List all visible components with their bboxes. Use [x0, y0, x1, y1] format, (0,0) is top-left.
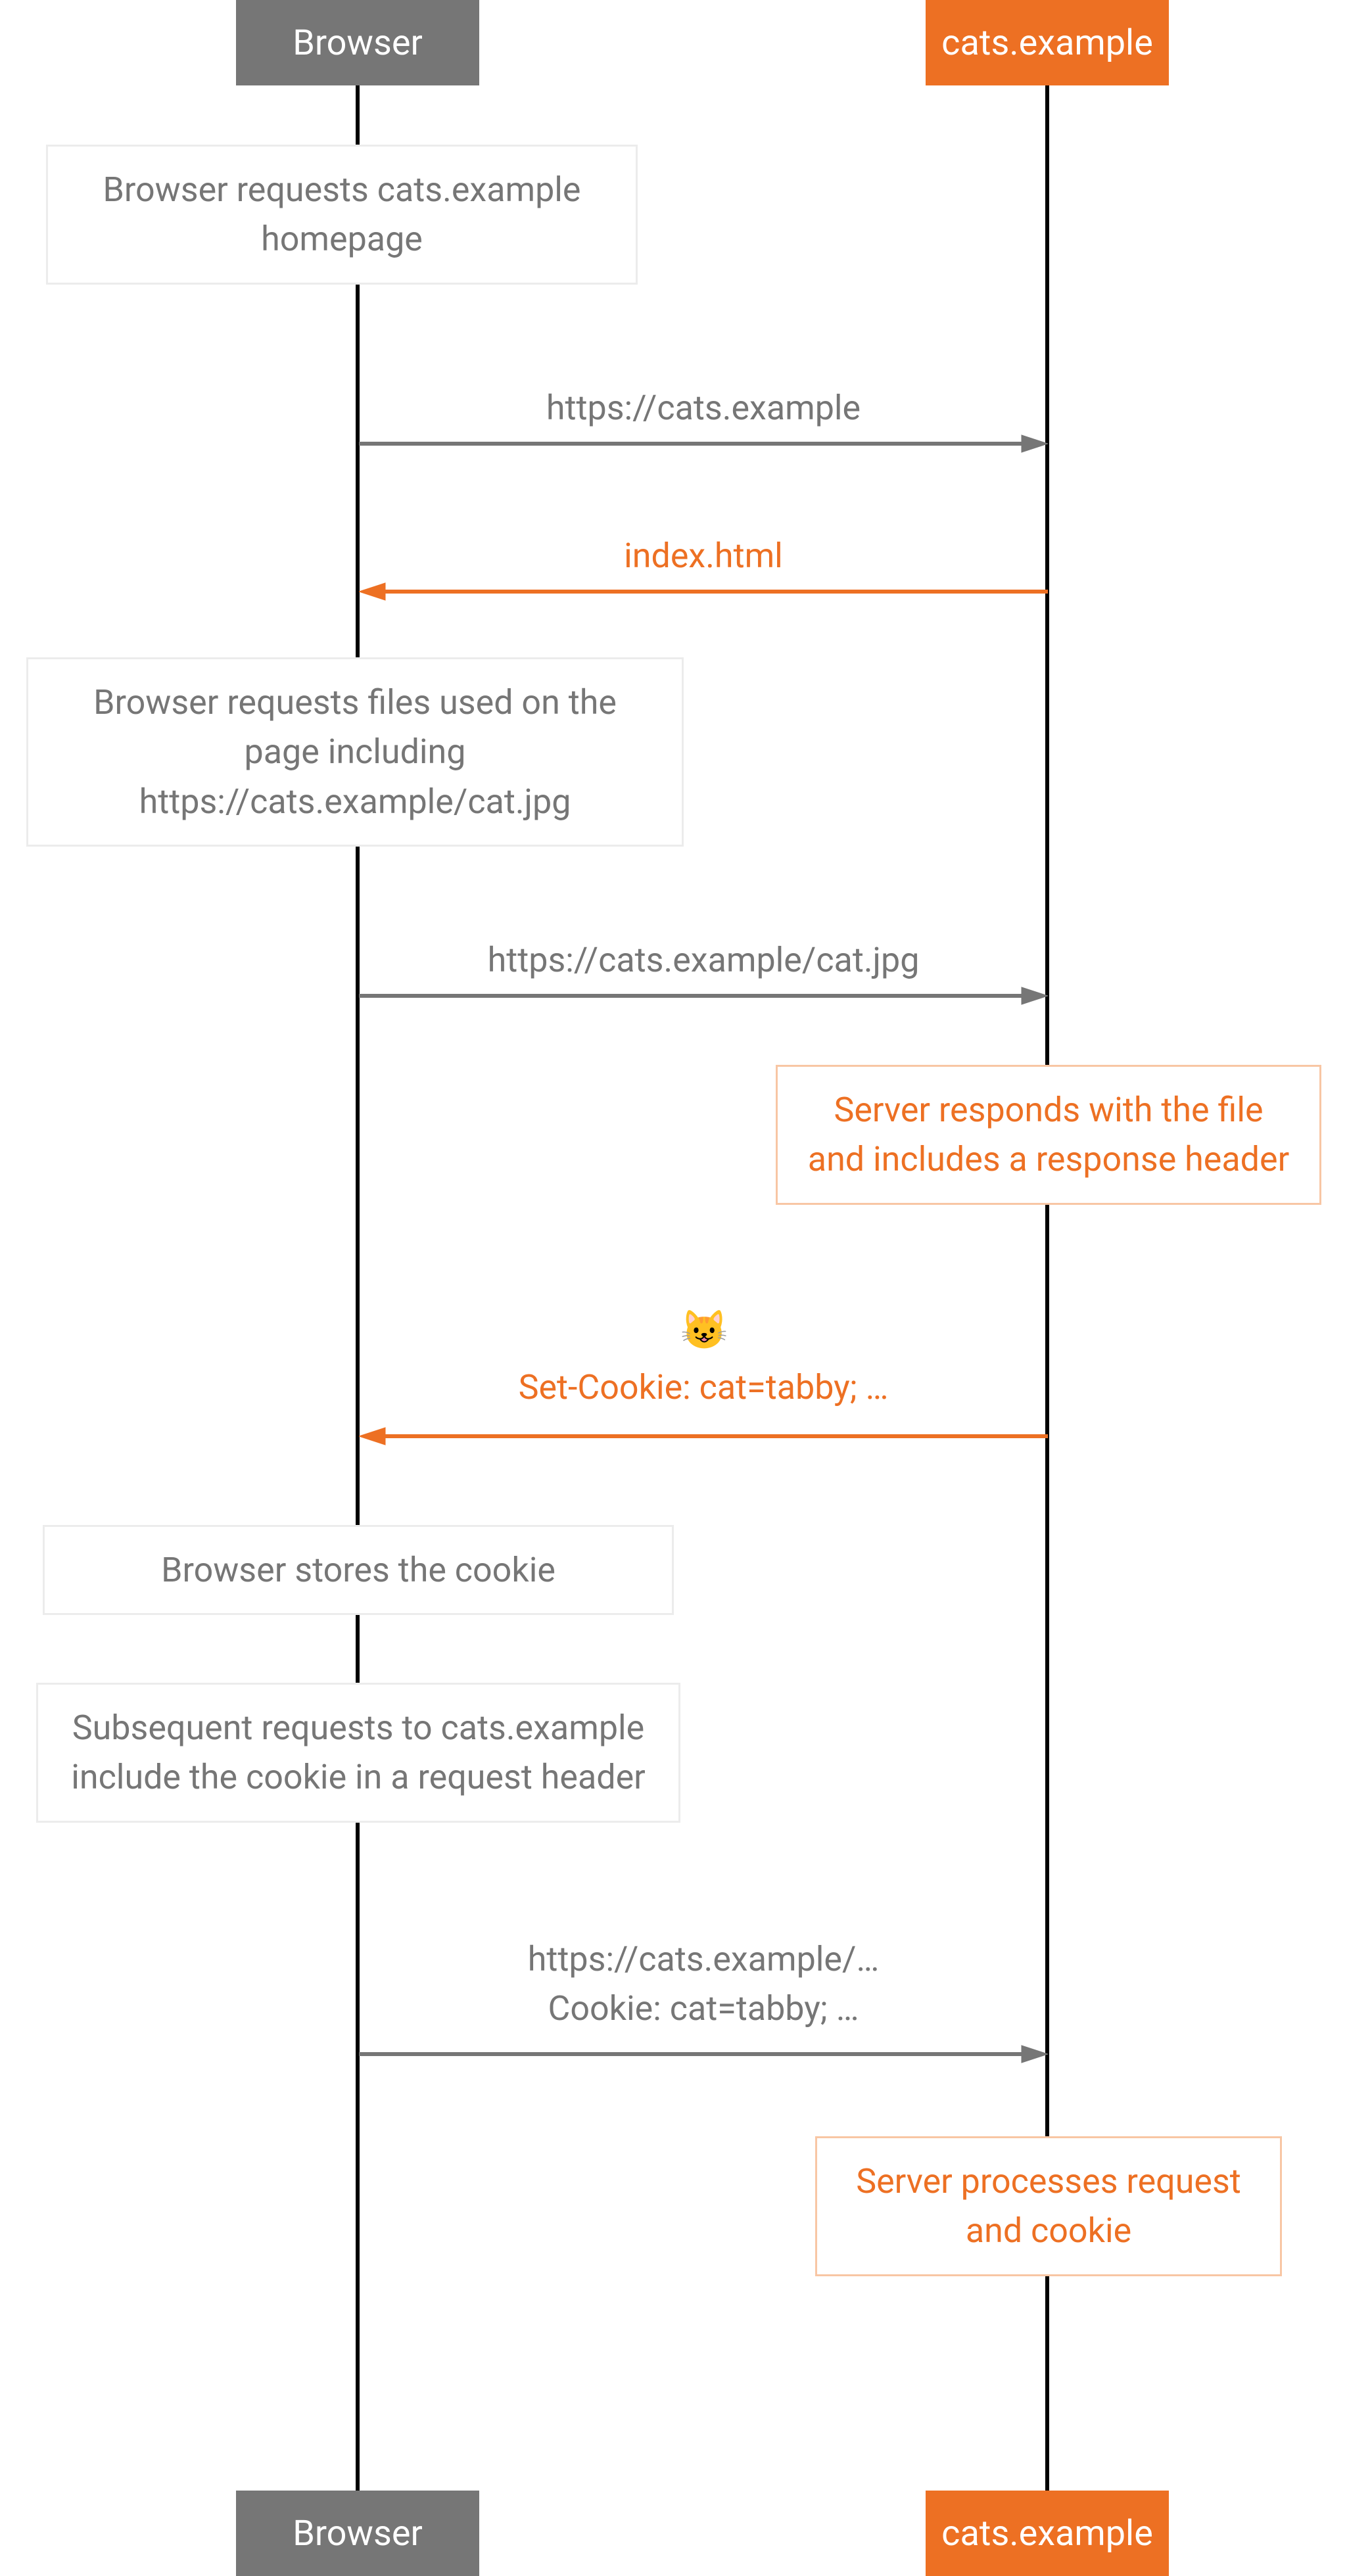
- participant-browser-top: Browser: [236, 0, 479, 85]
- cat-emoji-icon: 😺: [680, 1308, 726, 1353]
- arrow-label-set-cookie: Set-Cookie: cat=tabby; …: [359, 1367, 1048, 1407]
- note-browser-requests-homepage: Browser requests cats.example homepage: [46, 145, 638, 285]
- arrow-label-request-catjpg: https://cats.example/cat.jpg: [359, 940, 1048, 980]
- participant-browser-label: Browser: [293, 22, 423, 64]
- arrow-request-with-cookie: [359, 2044, 1048, 2064]
- participant-server-top: cats.example: [926, 0, 1169, 85]
- note-server-processes: Server processes request and cookie: [815, 2136, 1282, 2276]
- arrow-response-index: [359, 582, 1048, 601]
- participant-server-bottom: cats.example: [926, 2491, 1169, 2576]
- arrow-label-request-homepage: https://cats.example: [359, 388, 1048, 428]
- arrow-label-request-with-cookie-line1: https://cats.example/…: [359, 1939, 1048, 1979]
- note-subsequent-requests: Subsequent requests to cats.example incl…: [36, 1683, 680, 1823]
- note-text: Browser requests files used on the page …: [93, 682, 617, 822]
- note-text: Browser requests cats.example homepage: [103, 170, 580, 259]
- arrow-label-response-index: index.html: [359, 536, 1048, 576]
- arrow-set-cookie: [359, 1426, 1048, 1446]
- arrow-label-request-with-cookie-line2: Cookie: cat=tabby; …: [359, 1988, 1048, 2028]
- participant-server-label: cats.example: [941, 22, 1153, 64]
- participant-browser-bottom: Browser: [236, 2491, 479, 2576]
- arrow-request-catjpg: [359, 986, 1048, 1006]
- note-text: Server responds with the file and includ…: [808, 1090, 1289, 1179]
- note-browser-stores-cookie: Browser stores the cookie: [43, 1525, 674, 1615]
- note-browser-requests-files: Browser requests files used on the page …: [26, 657, 684, 847]
- note-text: Browser stores the cookie: [161, 1550, 555, 1590]
- participant-browser-label-bottom: Browser: [293, 2513, 423, 2554]
- note-text: Server processes request and cookie: [856, 2161, 1241, 2251]
- note-server-responds-header: Server responds with the file and includ…: [776, 1065, 1321, 1205]
- arrow-request-homepage: [359, 434, 1048, 454]
- note-text: Subsequent requests to cats.example incl…: [71, 1708, 646, 1797]
- participant-server-label-bottom: cats.example: [941, 2513, 1153, 2554]
